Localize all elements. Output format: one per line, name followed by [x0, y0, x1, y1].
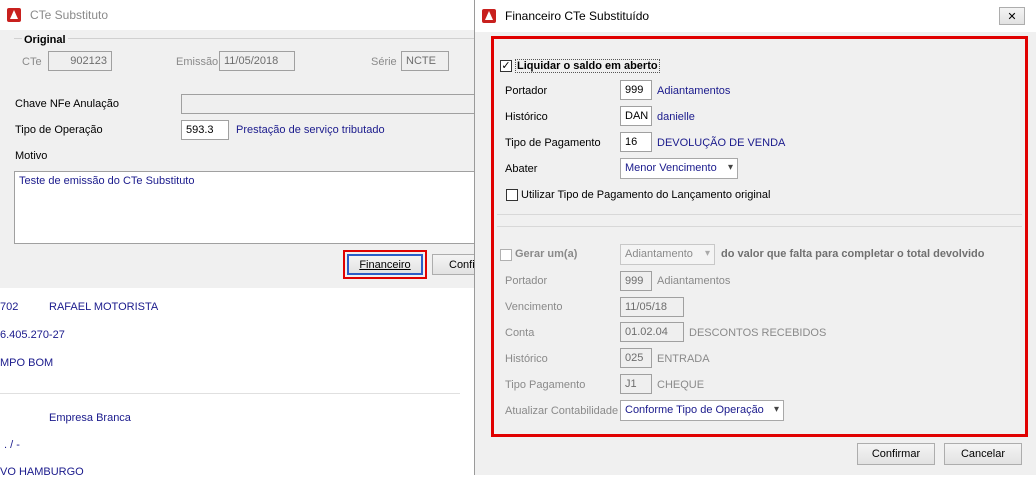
tipo-operacao-label: Tipo de Operação: [15, 124, 103, 136]
financeiro-button-label: Financeiro: [359, 258, 411, 271]
back-window: CTe Substituto Original CTe 902123 Emiss…: [0, 0, 482, 288]
chevron-down-icon: ▾: [727, 162, 733, 173]
dialog-logo-icon: [482, 9, 496, 23]
cancelar-button-label: Cancelar: [960, 448, 1006, 460]
tipo-operacao-desc: Prestação de serviço tributado: [236, 124, 385, 136]
bg-row4-name: Empresa Branca: [49, 412, 131, 424]
abater-select[interactable]: Menor Vencimento ▾: [620, 158, 738, 179]
motivo-label: Motivo: [15, 150, 48, 162]
motivo-textarea[interactable]: Teste de emissão do CTe Substituto: [14, 171, 476, 244]
chave-field[interactable]: [181, 94, 476, 114]
liquidar-label[interactable]: Liquidar o saldo em aberto: [515, 59, 660, 73]
g-historico-desc: ENTRADA: [657, 353, 710, 365]
original-group-label: Original: [22, 34, 68, 46]
chevron-down-icon: ▾: [704, 248, 710, 259]
gerar-select[interactable]: Adiantamento ▾: [620, 244, 715, 265]
tipo-pagamento-code-field[interactable]: 16: [620, 132, 652, 152]
g-atualizar-select-value: Conforme Tipo de Operação: [625, 404, 764, 416]
utilizar-checkbox[interactable]: [506, 189, 518, 201]
background-separator: [0, 393, 460, 394]
g-portador-desc: Adiantamentos: [657, 275, 731, 287]
chave-label: Chave NFe Anulação: [15, 98, 119, 110]
g-tipo-pagamento-code-field[interactable]: J1: [620, 374, 652, 394]
dialog-titlebar: Financeiro CTe Substituído: [475, 0, 1036, 32]
app-logo-icon: [7, 8, 21, 22]
bg-row1-name: RAFAEL MOTORISTA: [49, 301, 159, 313]
dialog-close-button[interactable]: ✕: [999, 7, 1025, 25]
confirmar-button[interactable]: Confirmar: [857, 443, 935, 465]
historico-label: Histórico: [505, 111, 548, 123]
background-panel: 702 RAFAEL MOTORISTA 6.405.270-27 MPO BO…: [0, 289, 476, 478]
back-window-titlebar: CTe Substituto: [0, 0, 476, 30]
tipo-operacao-code-field[interactable]: 593.3: [181, 120, 229, 140]
tipo-pagamento-desc: DEVOLUÇÃO DE VENDA: [657, 137, 786, 149]
g-conta-desc: DESCONTOS RECEBIDOS: [689, 327, 827, 339]
cte-label: CTe: [22, 56, 42, 68]
g-vencimento-label: Vencimento: [505, 301, 563, 313]
emissao-label: Emissão: [176, 56, 219, 68]
g-vencimento-field[interactable]: 11/05/18: [620, 297, 684, 317]
tipo-pagamento-label: Tipo de Pagamento: [505, 137, 601, 149]
gerar-checkbox[interactable]: [500, 249, 512, 261]
abater-label: Abater: [505, 163, 538, 175]
g-tipo-pagamento-label: Tipo Pagamento: [505, 379, 586, 391]
serie-label: Série: [371, 56, 397, 68]
utilizar-label[interactable]: Utilizar Tipo de Pagamento do Lançamento…: [521, 189, 770, 201]
bg-row3: MPO BOM: [0, 357, 54, 369]
dialog-title: Financeiro CTe Substituído: [505, 9, 650, 23]
emissao-field[interactable]: 11/05/2018: [219, 51, 295, 71]
gerar-select-value: Adiantamento: [625, 248, 693, 260]
g-historico-label: Histórico: [505, 353, 548, 365]
portador-desc: Adiantamentos: [657, 85, 731, 97]
g-conta-label: Conta: [505, 327, 535, 339]
cte-field[interactable]: 902123: [48, 51, 112, 71]
historico-desc: danielle: [657, 111, 695, 123]
portador-code-field[interactable]: 999: [620, 80, 652, 100]
chevron-down-icon: ▾: [773, 404, 779, 415]
bg-row6: VO HAMBURGO: [0, 466, 84, 478]
back-window-title: CTe Substituto: [30, 8, 109, 22]
g-atualizar-select[interactable]: Conforme Tipo de Operação ▾: [620, 400, 784, 421]
g-tipo-pagamento-desc: CHEQUE: [657, 379, 705, 391]
abater-select-value: Menor Vencimento: [625, 162, 717, 174]
close-icon: ✕: [1007, 10, 1017, 23]
confirmar-button-label: Confirmar: [871, 448, 921, 460]
cancelar-button[interactable]: Cancelar: [944, 443, 1022, 465]
g-atualizar-label: Atualizar Contabilidade: [505, 405, 619, 417]
confirmar-button-back-label: Confi: [449, 258, 475, 271]
g-historico-code-field[interactable]: 025: [620, 348, 652, 368]
liquidar-checkbox[interactable]: ✓: [500, 60, 512, 72]
gerar-label: Gerar um(a): [515, 248, 578, 260]
bg-row1-code: 702: [0, 301, 19, 313]
bg-row2: 6.405.270-27: [0, 329, 65, 341]
g-portador-code-field[interactable]: 999: [620, 271, 652, 291]
historico-code-field[interactable]: DAN: [620, 106, 652, 126]
portador-label: Portador: [505, 85, 548, 97]
g-portador-label: Portador: [505, 275, 548, 287]
g-conta-code-field[interactable]: 01.02.04: [620, 322, 684, 342]
bg-row5: . / -: [4, 439, 20, 451]
financeiro-button[interactable]: Financeiro: [347, 254, 423, 275]
serie-field[interactable]: NCTE: [401, 51, 449, 71]
financeiro-dialog: Financeiro CTe Substituído ✕ ✓ Liquidar …: [474, 0, 1036, 475]
gerar-suffix: do valor que falta para completar o tota…: [721, 248, 985, 260]
